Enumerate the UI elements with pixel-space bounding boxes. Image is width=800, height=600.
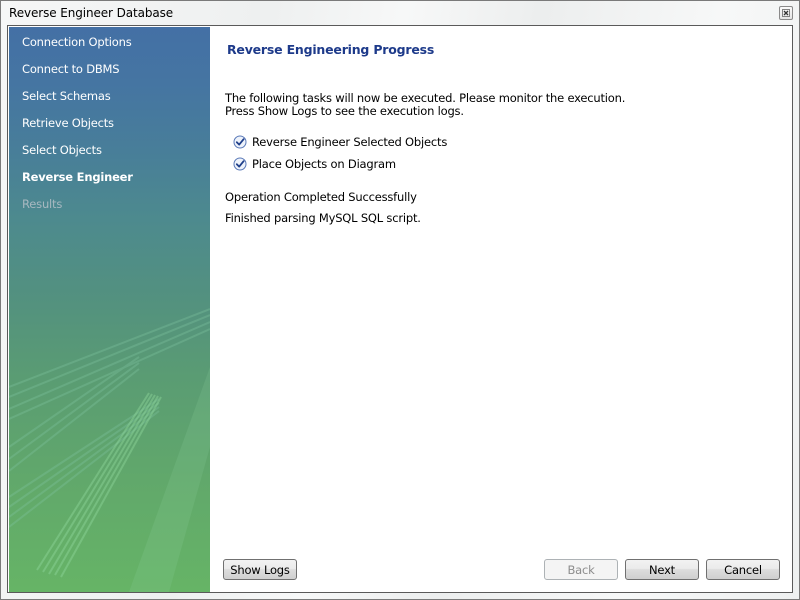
wizard-sidebar: Connection Options Connect to DBMS Selec… [9, 27, 210, 592]
operation-status: Operation Completed Successfully [225, 190, 417, 204]
page-title: Reverse Engineering Progress [227, 42, 435, 57]
cancel-button[interactable]: Cancel [706, 559, 780, 580]
operation-detail: Finished parsing MySQL SQL script. [225, 211, 421, 225]
dialog-client-area: Connection Options Connect to DBMS Selec… [7, 25, 793, 593]
sidebar-item-select-schemas: Select Schemas [22, 89, 111, 103]
wizard-content: Reverse Engineering Progress The followi… [210, 27, 792, 592]
back-button[interactable]: Back [544, 559, 618, 580]
checkmark-icon [233, 135, 247, 149]
window-title: Reverse Engineer Database [9, 6, 174, 20]
description-text: The following tasks will now be executed… [225, 92, 625, 118]
show-logs-button[interactable]: Show Logs [223, 559, 297, 580]
task-label: Place Objects on Diagram [252, 157, 396, 171]
checkmark-icon [233, 157, 247, 171]
sidebar-item-reverse-engineer: Reverse Engineer [22, 170, 133, 184]
sidebar-item-select-objects: Select Objects [22, 143, 102, 157]
sidebar-item-connect-to-dbms: Connect to DBMS [22, 62, 120, 76]
next-button[interactable]: Next [625, 559, 699, 580]
task-item: Reverse Engineer Selected Objects [233, 135, 447, 149]
sidebar-item-results: Results [22, 197, 63, 211]
close-button[interactable] [779, 6, 793, 20]
close-x-icon [782, 9, 790, 17]
task-label: Reverse Engineer Selected Objects [252, 135, 448, 149]
sidebar-item-retrieve-objects: Retrieve Objects [22, 116, 114, 130]
sidebar-decoration [9, 308, 210, 592]
task-item: Place Objects on Diagram [233, 157, 396, 171]
description-line-2: Press Show Logs to see the execution log… [225, 104, 464, 118]
dialog-window: Reverse Engineer Database Connection Opt… [0, 0, 800, 600]
sidebar-item-connection-options: Connection Options [22, 35, 132, 49]
title-bar[interactable]: Reverse Engineer Database [1, 1, 799, 25]
